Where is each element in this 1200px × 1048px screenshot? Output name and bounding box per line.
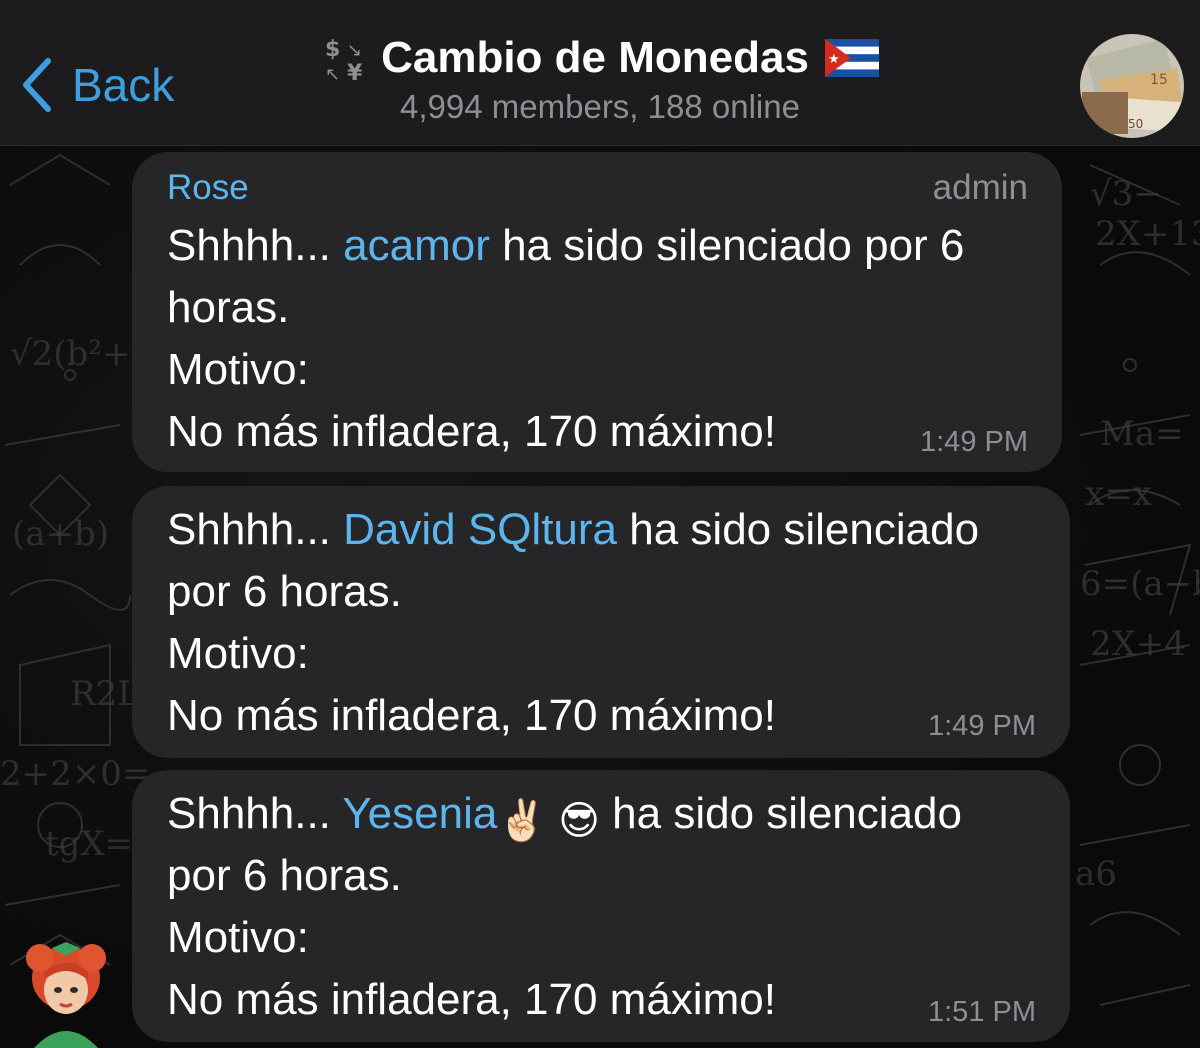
- svg-text:15: 15: [1150, 72, 1168, 88]
- message-bubble[interactable]: Shhhh... David SQltura ha sido silenciad…: [132, 486, 1070, 758]
- message-line: Motivo:: [167, 913, 309, 962]
- message-time: 1:51 PM: [928, 996, 1036, 1028]
- message-text: Shhhh...: [167, 221, 344, 270]
- chat-member-count: 4,994 members, 188 online: [400, 88, 800, 125]
- message-line: Motivo:: [167, 345, 309, 394]
- svg-text:√3−: √3−: [1090, 174, 1162, 214]
- message-text: ha sido silenciado: [599, 789, 962, 838]
- svg-text:2X+13: 2X+13: [1095, 214, 1200, 254]
- message-text: Shhhh...: [167, 789, 343, 838]
- message-bubble[interactable]: Shhhh... Yesenia✌🏻 😎 ha sido silenciado …: [132, 770, 1070, 1042]
- currency-exchange-icon: $ ↘ ↖ ¥: [325, 37, 363, 84]
- chat-header: Back $ ↘ ↖ ¥ Cambio de Monedas ★ 4,994 m…: [0, 0, 1200, 146]
- user-mention[interactable]: Yesenia: [342, 789, 497, 838]
- message-text: Shhhh...: [167, 505, 344, 554]
- chat-screen: √2(b²+c (a+b) R2L 2+2×0= tgX= √3− 2X+13 …: [0, 0, 1200, 1048]
- svg-text:6=(a−b: 6=(a−b: [1080, 564, 1200, 604]
- back-label: Back: [72, 59, 175, 111]
- user-mention[interactable]: David SQltura: [343, 505, 617, 554]
- svg-text:★: ★: [828, 52, 840, 67]
- svg-text:↖: ↖: [325, 64, 340, 84]
- banknotes-photo: 50 15: [1080, 34, 1184, 138]
- chat-title-area[interactable]: $ ↘ ↖ ¥ Cambio de Monedas ★ 4,994 member…: [300, 32, 900, 126]
- message-line: No más infladera, 170 máximo!: [167, 407, 776, 456]
- sender-name[interactable]: Rose: [167, 168, 249, 208]
- cuba-flag-icon: ★: [824, 39, 879, 77]
- message-line: No más infladera, 170 máximo!: [167, 975, 776, 1024]
- message-line: Shhhh... Yesenia✌🏻 😎 ha sido silenciado: [167, 789, 962, 843]
- message-line: por 6 horas.: [167, 567, 402, 616]
- message-line: No más infladera, 170 máximo!: [167, 691, 776, 740]
- svg-text:√2(b²+c: √2(b²+c: [10, 334, 150, 374]
- message-line: Shhhh... acamor ha sido silenciado por 6: [167, 224, 964, 268]
- svg-text:Ma=: Ma=: [1100, 414, 1184, 454]
- svg-text:(a+b): (a+b): [12, 514, 109, 554]
- emoji-victory-sunglasses: ✌🏻 😎: [497, 799, 600, 843]
- message-line: por 6 horas.: [167, 851, 402, 900]
- svg-text:tgX=: tgX=: [45, 824, 133, 864]
- svg-text:a6: a6: [1075, 854, 1117, 894]
- message-text: ha sido silenciado: [617, 505, 980, 554]
- back-button[interactable]: Back: [18, 50, 174, 120]
- message-line: horas.: [167, 283, 290, 332]
- user-mention[interactable]: acamor: [343, 221, 490, 270]
- avatar-illustration: [26, 942, 106, 1048]
- message-time: 1:49 PM: [928, 710, 1036, 742]
- message-line: Shhhh... David SQltura ha sido silenciad…: [167, 508, 979, 552]
- message-line: Motivo:: [167, 629, 309, 678]
- svg-text:¥: ¥: [347, 61, 363, 84]
- message-bubble[interactable]: Rose admin Shhhh... acamor ha sido silen…: [132, 152, 1062, 472]
- svg-text:R2L: R2L: [70, 674, 140, 714]
- chevron-left-icon: [23, 58, 51, 112]
- message-text: ha sido silenciado por 6: [489, 221, 965, 270]
- svg-text:50: 50: [1128, 117, 1143, 131]
- chat-title: Cambio de Monedas: [381, 33, 809, 82]
- admin-badge: admin: [932, 168, 1028, 207]
- svg-text:↘: ↘: [347, 40, 362, 61]
- message-time: 1:49 PM: [920, 426, 1028, 458]
- svg-text:x=x: x=x: [1085, 474, 1152, 514]
- svg-text:2+2×0=: 2+2×0=: [0, 754, 150, 794]
- svg-text:$: $: [325, 37, 340, 62]
- title-row: $ ↘ ↖ ¥ Cambio de Monedas ★: [300, 32, 900, 84]
- group-avatar[interactable]: 50 15: [1080, 34, 1184, 138]
- svg-text:2X+4: 2X+4: [1090, 624, 1186, 664]
- sender-avatar[interactable]: [16, 934, 116, 1048]
